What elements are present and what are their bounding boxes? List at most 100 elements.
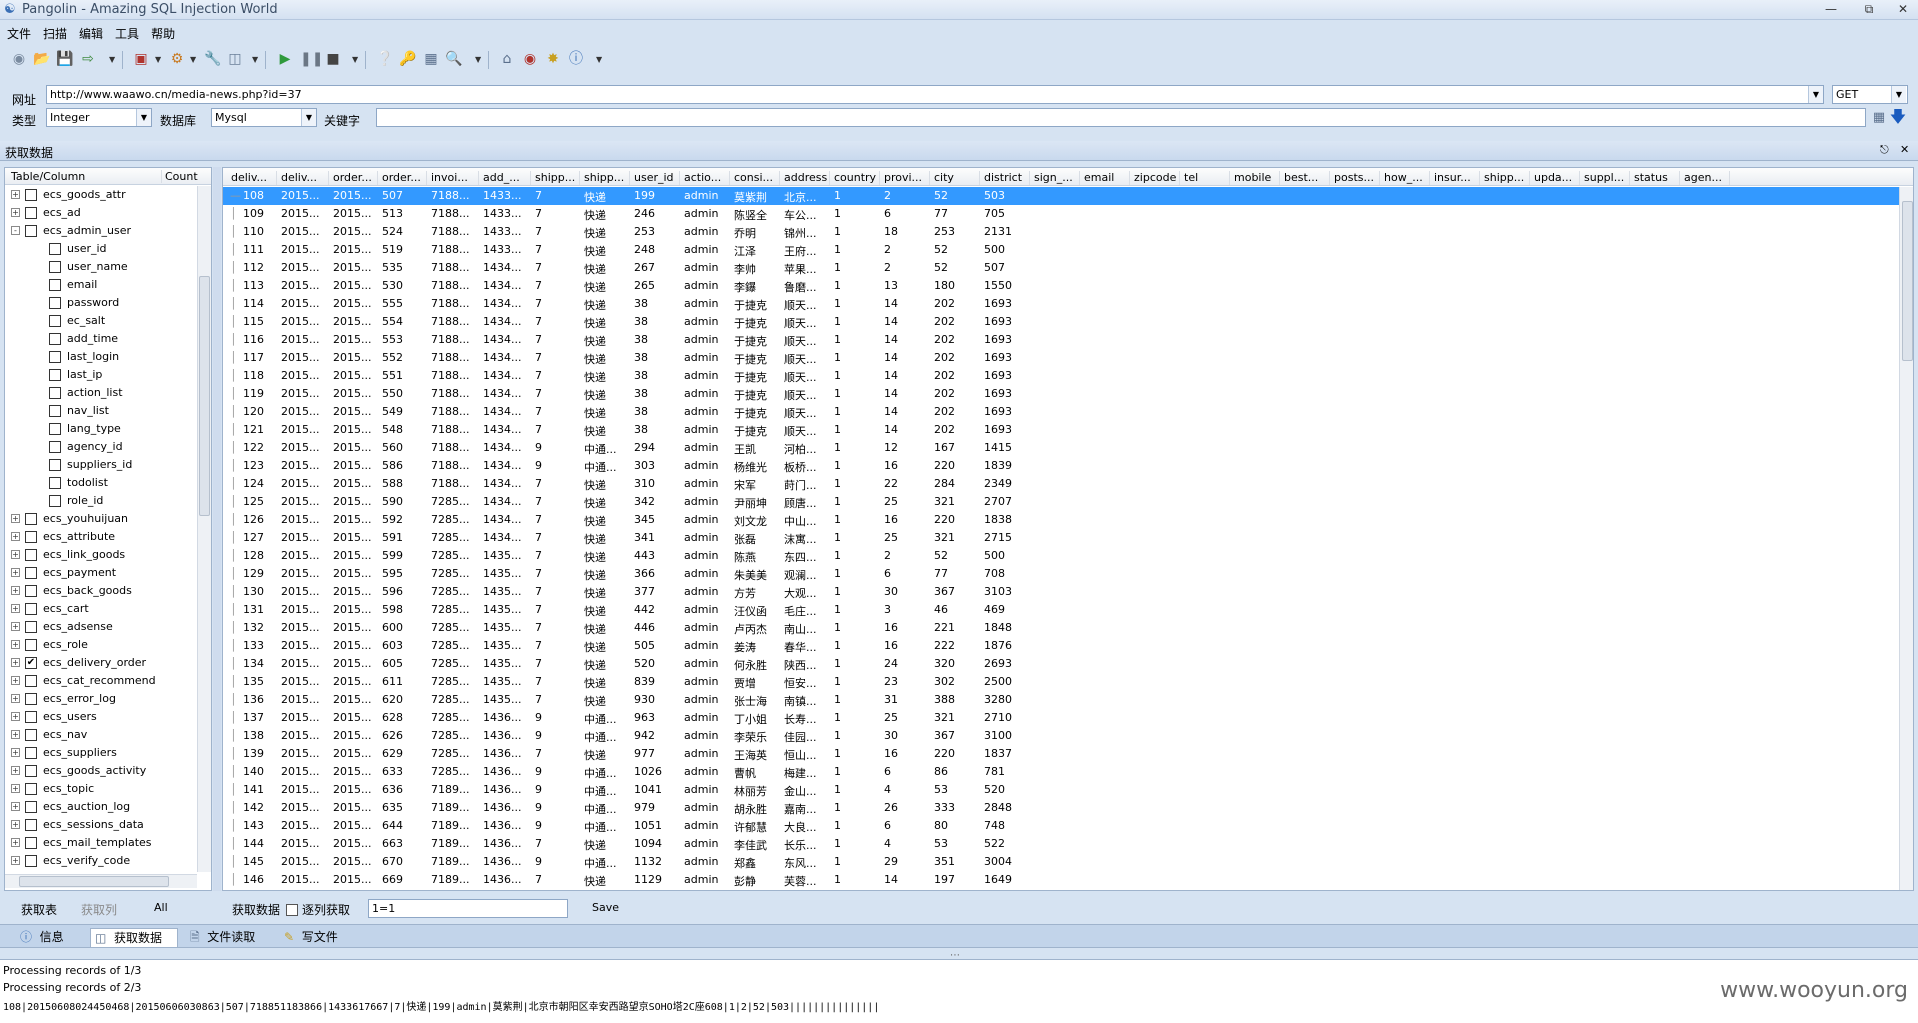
grid-column-header[interactable]: actio... [684,171,730,185]
tree-column-node[interactable]: email [5,276,195,294]
tree-table-node[interactable]: + ecs_role [5,636,195,654]
new-icon[interactable]: ◉ [10,50,28,68]
expand-icon[interactable]: + [11,622,20,631]
keyword-options-icon[interactable]: ▦ [1870,109,1888,127]
url-dropdown-icon[interactable]: ▼ [1808,86,1823,103]
table-row[interactable]: │ 1 14 2015... 2015... 555 7188... 1434... 7 快递 38… [223,295,1899,313]
expand-icon[interactable]: + [11,712,20,721]
save-icon[interactable]: 💾 [56,50,74,68]
table-row[interactable]: │ 1 25 2015... 2015... 590 7285... 1434... 7 快递 34… [223,493,1899,511]
table-row[interactable]: │ 112 2015... 2015... 535 7188... 1434... 7 快递 26… [223,259,1899,277]
table-row[interactable]: │ 122 2015... 2015... 560 7188... 1434... 9 中通..… [223,439,1899,457]
search-icon[interactable]: 🔍 [445,50,463,68]
pause-icon[interactable]: ❚❚ [300,50,323,68]
import-icon[interactable]: ▣ [132,50,150,68]
tree-checkbox[interactable] [49,279,61,291]
tree-table-node[interactable]: + ecs_auction_log [5,798,195,816]
tree-checkbox[interactable] [25,621,37,633]
tree-table-node[interactable]: + ecs_goods_activity [5,762,195,780]
tree-checkbox[interactable] [25,747,37,759]
grid-column-header[interactable]: shipp... [584,171,630,185]
table-row[interactable]: │ 133 2015... 2015... 603 7285... 1435... 7 快递 50… [223,637,1899,655]
tree-column-node[interactable]: user_name [5,258,195,276]
get-tables-button[interactable]: 获取表 [21,901,57,918]
tree-column-node[interactable]: nav_list [5,402,195,420]
dropdown-arrow-icon[interactable]: ▼ [252,55,258,64]
table-row[interactable]: │ 110 2015... 2015... 524 7188... 1433... 7 快递 25… [223,223,1899,241]
tree-scroll-thumb[interactable] [199,276,210,516]
tree-table-node[interactable]: + ecs_payment [5,564,195,582]
grid-column-header[interactable]: how_... [1384,171,1430,185]
tree-checkbox[interactable] [49,243,61,255]
grid-column-header[interactable]: shipp... [535,171,580,185]
grid-column-header[interactable]: provi... [884,171,930,185]
tree-horizontal-scrollbar[interactable] [5,874,197,888]
dropdown-arrow-icon[interactable]: ▼ [155,55,161,64]
tree-column-node[interactable]: ec_salt [5,312,195,330]
expand-icon[interactable]: + [11,604,20,613]
tree-checkbox[interactable] [25,855,37,867]
grid-column-header[interactable]: best... [1284,171,1330,185]
tree-checkbox[interactable] [25,837,37,849]
tab-file-read[interactable]: 🗎 文件读取 [186,928,270,947]
tree-table-node[interactable]: + ecs_youhuijuan [5,510,195,528]
grid-column-header[interactable]: sign_... [1034,171,1080,185]
table-row[interactable]: │ 142 2015... 2015... 635 7189... 1436... 9 中通..… [223,799,1899,817]
tree-checkbox[interactable] [25,531,37,543]
expand-icon[interactable]: + [11,532,20,541]
grid-column-header[interactable]: district [984,171,1030,185]
type-dropdown-icon[interactable]: ▼ [136,109,151,126]
bug-icon[interactable]: ◉ [521,50,539,68]
expand-icon[interactable]: + [11,568,20,577]
table-row[interactable]: │ 131 2015... 2015... 598 7285... 1435... 7 快递 44… [223,601,1899,619]
table-row[interactable]: │ 118 2015... 2015... 551 7188... 1434... 7 快递 38… [223,367,1899,385]
tree-table-node[interactable]: + ecs_adsense [5,618,195,636]
tree-column-node[interactable]: user_id [5,240,195,258]
table-row[interactable]: │ 123 2015... 2015... 586 7188... 1434... 9 中通..… [223,457,1899,475]
tree-checkbox[interactable] [49,477,61,489]
tab-write-file[interactable]: ✎ 写文件 [280,928,354,947]
tree-checkbox[interactable] [49,261,61,273]
table-row[interactable]: │ 146 2015... 2015... 669 7189... 1436... 7 快递 11… [223,871,1899,889]
dropdown-arrow-icon[interactable]: ▼ [475,55,481,64]
grid-scroll-thumb[interactable] [1902,201,1913,361]
select-all-button[interactable]: All [154,901,168,914]
tree-table-node[interactable]: + ecs_users [5,708,195,726]
expand-icon[interactable]: + [11,190,20,199]
expand-icon[interactable]: + [11,766,20,775]
expand-icon[interactable]: + [11,838,20,847]
expand-icon[interactable]: + [11,550,20,559]
tree-checkbox[interactable] [25,693,37,705]
tree-table-node[interactable]: + ecs_ad [5,204,195,222]
table-row[interactable]: │ 140 2015... 2015... 633 7285... 1436... 9 中通..… [223,763,1899,781]
tree-checkbox[interactable] [49,315,61,327]
table-row[interactable]: │ 132 2015... 2015... 600 7285... 1435... 7 快递 44… [223,619,1899,637]
tree-checkbox[interactable] [25,513,37,525]
table-row[interactable]: —108 2015... 2015... 507 7188... 1433... 7 快递 19… [223,187,1899,205]
tree-table-node[interactable]: - ecs_admin_user [5,222,195,240]
table-row[interactable]: │ 121 2015... 2015... 548 7188... 1434... 7 快递 38… [223,421,1899,439]
table-row[interactable]: │ 127 2015... 2015... 591 7285... 1434... 7 快递 34… [223,529,1899,547]
tree-table-node[interactable]: + ecs_topic [5,780,195,798]
tree-table-node[interactable]: + ecs_suppliers [5,744,195,762]
get-columns-button[interactable]: 获取列 [81,901,117,918]
tree-column-node[interactable]: role_id [5,492,195,510]
tree-column-node[interactable]: todolist [5,474,195,492]
tree-checkbox[interactable] [49,387,61,399]
tree-checkbox[interactable] [25,711,37,723]
expand-icon[interactable]: + [11,640,20,649]
tree-checkbox[interactable] [49,441,61,453]
method-dropdown-icon[interactable]: ▼ [1891,86,1906,103]
table-row[interactable]: │ 119 2015... 2015... 550 7188... 1434... 7 快递 38… [223,385,1899,403]
restore-button[interactable]: ⧉ [1856,1,1882,18]
plugin-icon[interactable]: ✸ [544,50,562,68]
tree-checkbox[interactable] [49,495,61,507]
table-row[interactable]: │ 115 2015... 2015... 554 7188... 1434... 7 快递 38… [223,313,1899,331]
tree-col-table[interactable]: Table/Column [11,170,85,183]
menu-help[interactable]: 帮助 [144,22,180,42]
tree-col-count[interactable]: Count [161,170,198,183]
grid-column-header[interactable]: tel [1184,171,1230,185]
grid-column-header[interactable]: agen... [1684,171,1730,185]
home-icon[interactable]: ⌂ [498,50,516,68]
menu-scan[interactable]: 扫描 [36,22,72,42]
